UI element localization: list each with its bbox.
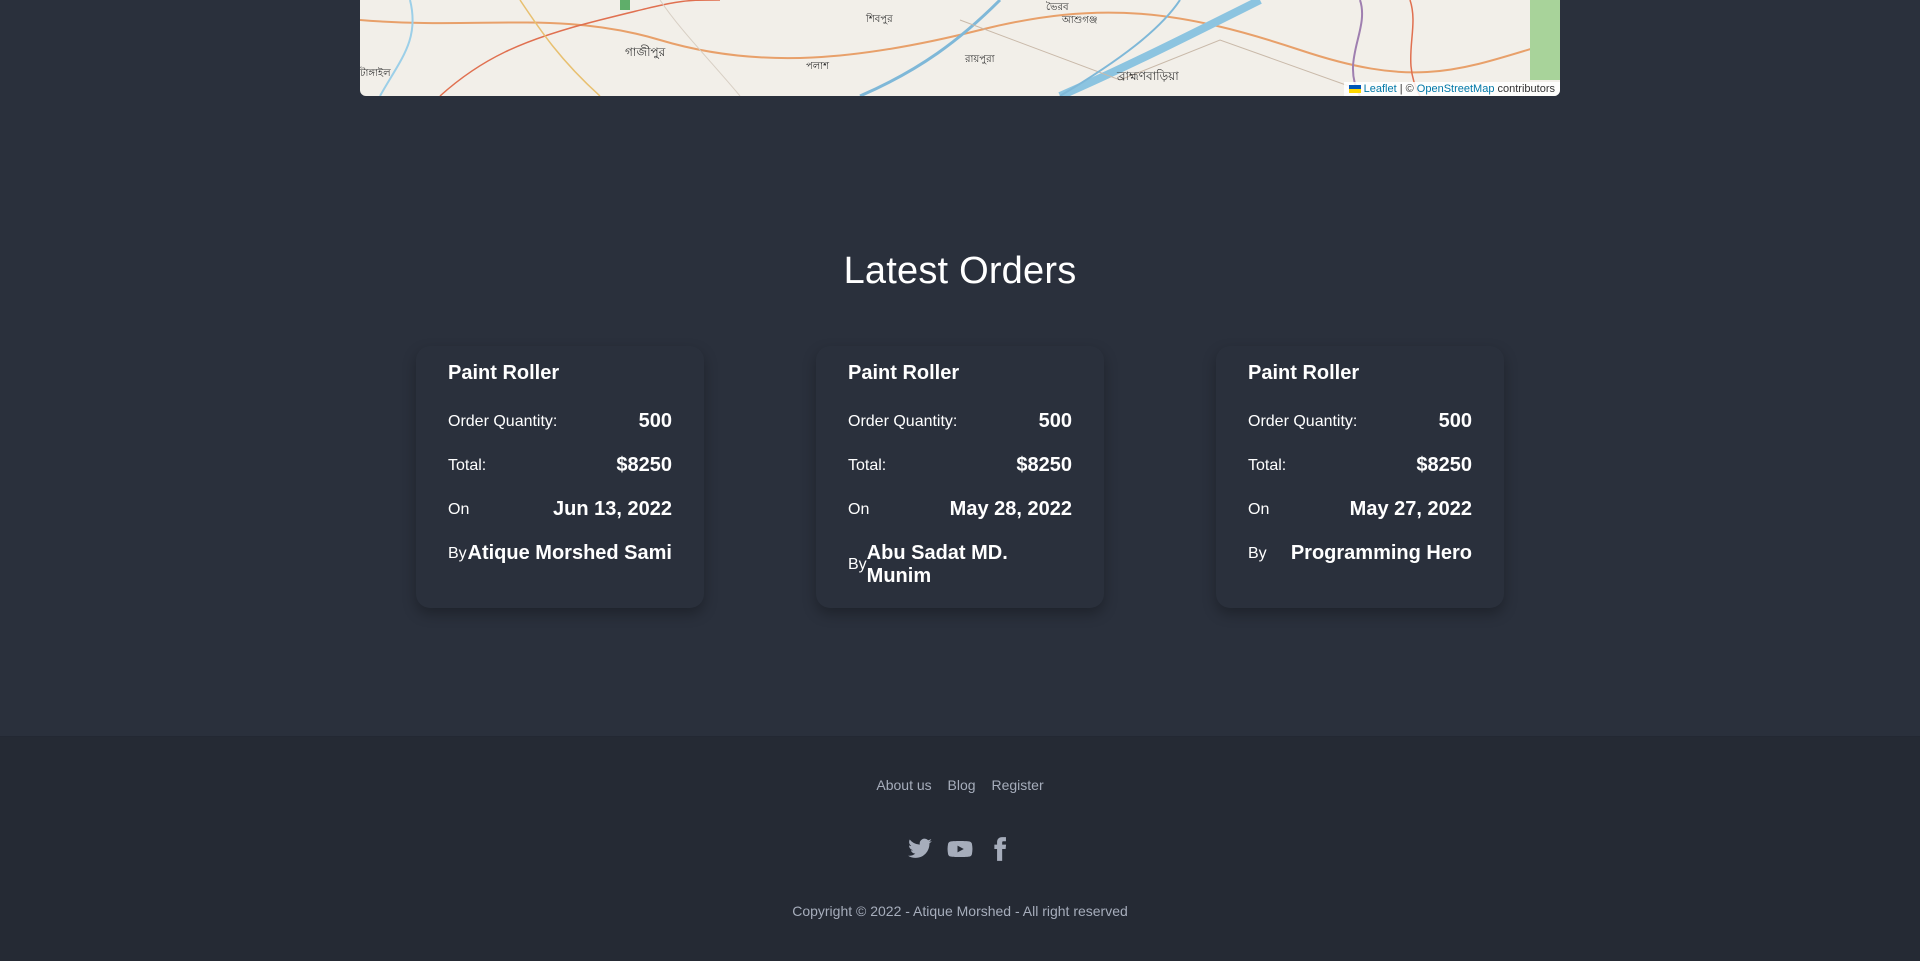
customer-value: Programming Hero xyxy=(1290,542,1472,564)
copyright-text: Copyright © 2022 - Atique Morshed - All … xyxy=(792,903,1128,919)
total-value: $8250 xyxy=(1416,454,1472,476)
total-row: Total: $8250 xyxy=(848,454,1072,477)
quantity-row: Order Quantity: 500 xyxy=(848,410,1072,433)
footer-links: About us Blog Register xyxy=(0,777,1920,793)
total-row: Total: $8250 xyxy=(1248,454,1472,477)
total-value: $8250 xyxy=(616,454,672,476)
youtube-icon[interactable] xyxy=(947,836,973,862)
quantity-label: Order Quantity: xyxy=(848,412,958,430)
total-label: Total: xyxy=(448,456,487,474)
customer-label: By xyxy=(1248,544,1267,562)
quantity-label: Order Quantity: xyxy=(1248,412,1358,430)
total-label: Total: xyxy=(1248,456,1287,474)
facebook-icon[interactable] xyxy=(987,836,1013,862)
date-label: On xyxy=(448,500,470,518)
location-map[interactable]: গাজীপুর শিবপুর পলাশ রায়পুরা আশুগঞ্জ ভৈর… xyxy=(360,0,1560,96)
map-label: শিবপুর xyxy=(866,14,893,25)
total-label: Total: xyxy=(848,456,887,474)
product-name: Paint Roller xyxy=(1248,362,1360,384)
footer: About us Blog Register Copyright © 2022 … xyxy=(0,736,1920,961)
customer-row: By Abu Sadat MD. Munim xyxy=(848,542,1072,588)
quantity-value: 500 xyxy=(1438,410,1472,432)
order-card: Paint Roller Order Quantity: 500 Total: … xyxy=(816,346,1104,608)
product-name: Paint Roller xyxy=(448,362,560,384)
total-row: Total: $8250 xyxy=(448,454,672,477)
date-row: On May 28, 2022 xyxy=(848,498,1072,521)
date-value: May 28, 2022 xyxy=(949,498,1072,520)
social-links xyxy=(0,836,1920,862)
ukraine-flag-icon xyxy=(1348,85,1361,94)
map-label: ব্রাহ্মণবাড়িয়া xyxy=(1117,69,1179,83)
quantity-row: Order Quantity: 500 xyxy=(448,410,672,433)
attribution-suffix: contributors xyxy=(1497,83,1555,95)
customer-row: By Programming Hero xyxy=(1248,542,1472,565)
openstreetmap-link[interactable]: OpenStreetMap xyxy=(1417,83,1495,95)
customer-label: By xyxy=(848,556,867,573)
product-name: Paint Roller xyxy=(848,362,960,384)
quantity-row: Order Quantity: 500 xyxy=(1248,410,1472,433)
order-card: Paint Roller Order Quantity: 500 Total: … xyxy=(1216,346,1504,608)
attribution-separator: | © xyxy=(1399,83,1414,95)
map-label: টাঙ্গাইল xyxy=(360,68,391,79)
footer-link-about[interactable]: About us xyxy=(876,777,931,793)
customer-value: Atique Morshed Sami xyxy=(467,542,672,564)
order-card: Paint Roller Order Quantity: 500 Total: … xyxy=(416,346,704,608)
date-row: On Jun 13, 2022 xyxy=(448,498,672,521)
section-title: Latest Orders xyxy=(843,249,1077,292)
footer-link-register[interactable]: Register xyxy=(991,777,1043,793)
map-label: পলাশ xyxy=(806,61,830,72)
date-value: May 27, 2022 xyxy=(1349,498,1472,520)
quantity-value: 500 xyxy=(638,410,672,432)
map-label: রায়পুরা xyxy=(965,54,995,65)
total-value: $8250 xyxy=(1016,454,1072,476)
footer-link-blog[interactable]: Blog xyxy=(948,777,976,793)
quantity-value: 500 xyxy=(1038,410,1072,432)
map-label: ভৈরব xyxy=(1046,2,1069,13)
map-label: গাজীপুর xyxy=(625,45,666,59)
date-row: On May 27, 2022 xyxy=(1248,498,1472,521)
customer-value: Abu Sadat MD. Munim xyxy=(866,542,1008,587)
date-label: On xyxy=(848,500,870,518)
leaflet-link[interactable]: Leaflet xyxy=(1364,83,1397,95)
customer-row: By Atique Morshed Sami xyxy=(448,542,672,565)
twitter-icon[interactable] xyxy=(907,836,933,862)
map-attribution: Leaflet | © OpenStreetMap contributors xyxy=(1343,82,1560,96)
date-value: Jun 13, 2022 xyxy=(553,498,672,520)
quantity-label: Order Quantity: xyxy=(448,412,558,430)
date-label: On xyxy=(1248,500,1270,518)
customer-label: By xyxy=(448,544,467,562)
